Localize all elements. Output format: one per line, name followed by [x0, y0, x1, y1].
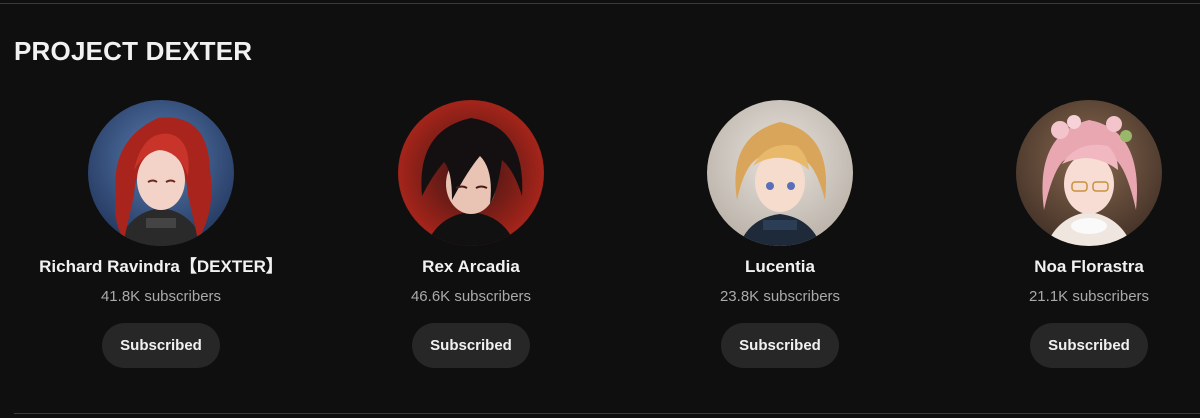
channel-card-lucentia: Lucentia 23.8K subscribers Subscribed	[630, 100, 930, 368]
subscriber-count: 21.1K subscribers	[1028, 288, 1150, 305]
channel-name[interactable]: Rex Arcadia	[422, 256, 520, 278]
channel-card-noa-florastra: Noa Florastra 21.1K subscribers Subscrib…	[939, 100, 1200, 368]
subscribed-button[interactable]: Subscribed	[721, 323, 839, 368]
channel-avatar[interactable]	[707, 100, 853, 246]
top-divider	[0, 3, 1200, 4]
channel-avatar[interactable]	[1016, 100, 1162, 246]
subscriber-count: 23.8K subscribers	[719, 288, 841, 305]
section-title: PROJECT DEXTER	[14, 36, 253, 66]
channel-avatar[interactable]	[398, 100, 544, 246]
channel-name[interactable]: Noa Florastra	[1034, 256, 1144, 278]
subscribed-button[interactable]: Subscribed	[1030, 323, 1148, 368]
subscriber-count: 46.6K subscribers	[410, 288, 532, 305]
subscriber-count: 41.8K subscribers	[100, 288, 222, 305]
bottom-divider	[14, 413, 1200, 414]
channel-name[interactable]: Lucentia	[745, 256, 815, 278]
subscribed-button[interactable]: Subscribed	[102, 323, 220, 368]
channel-name[interactable]: Richard Ravindra【DEXTER】	[39, 256, 283, 278]
channel-card-richard-ravindra: Richard Ravindra【DEXTER】 41.8K subscribe…	[11, 100, 311, 368]
channel-avatar[interactable]	[88, 100, 234, 246]
subscribed-button[interactable]: Subscribed	[412, 323, 530, 368]
channel-card-rex-arcadia: Rex Arcadia 46.6K subscribers Subscribed	[321, 100, 621, 368]
